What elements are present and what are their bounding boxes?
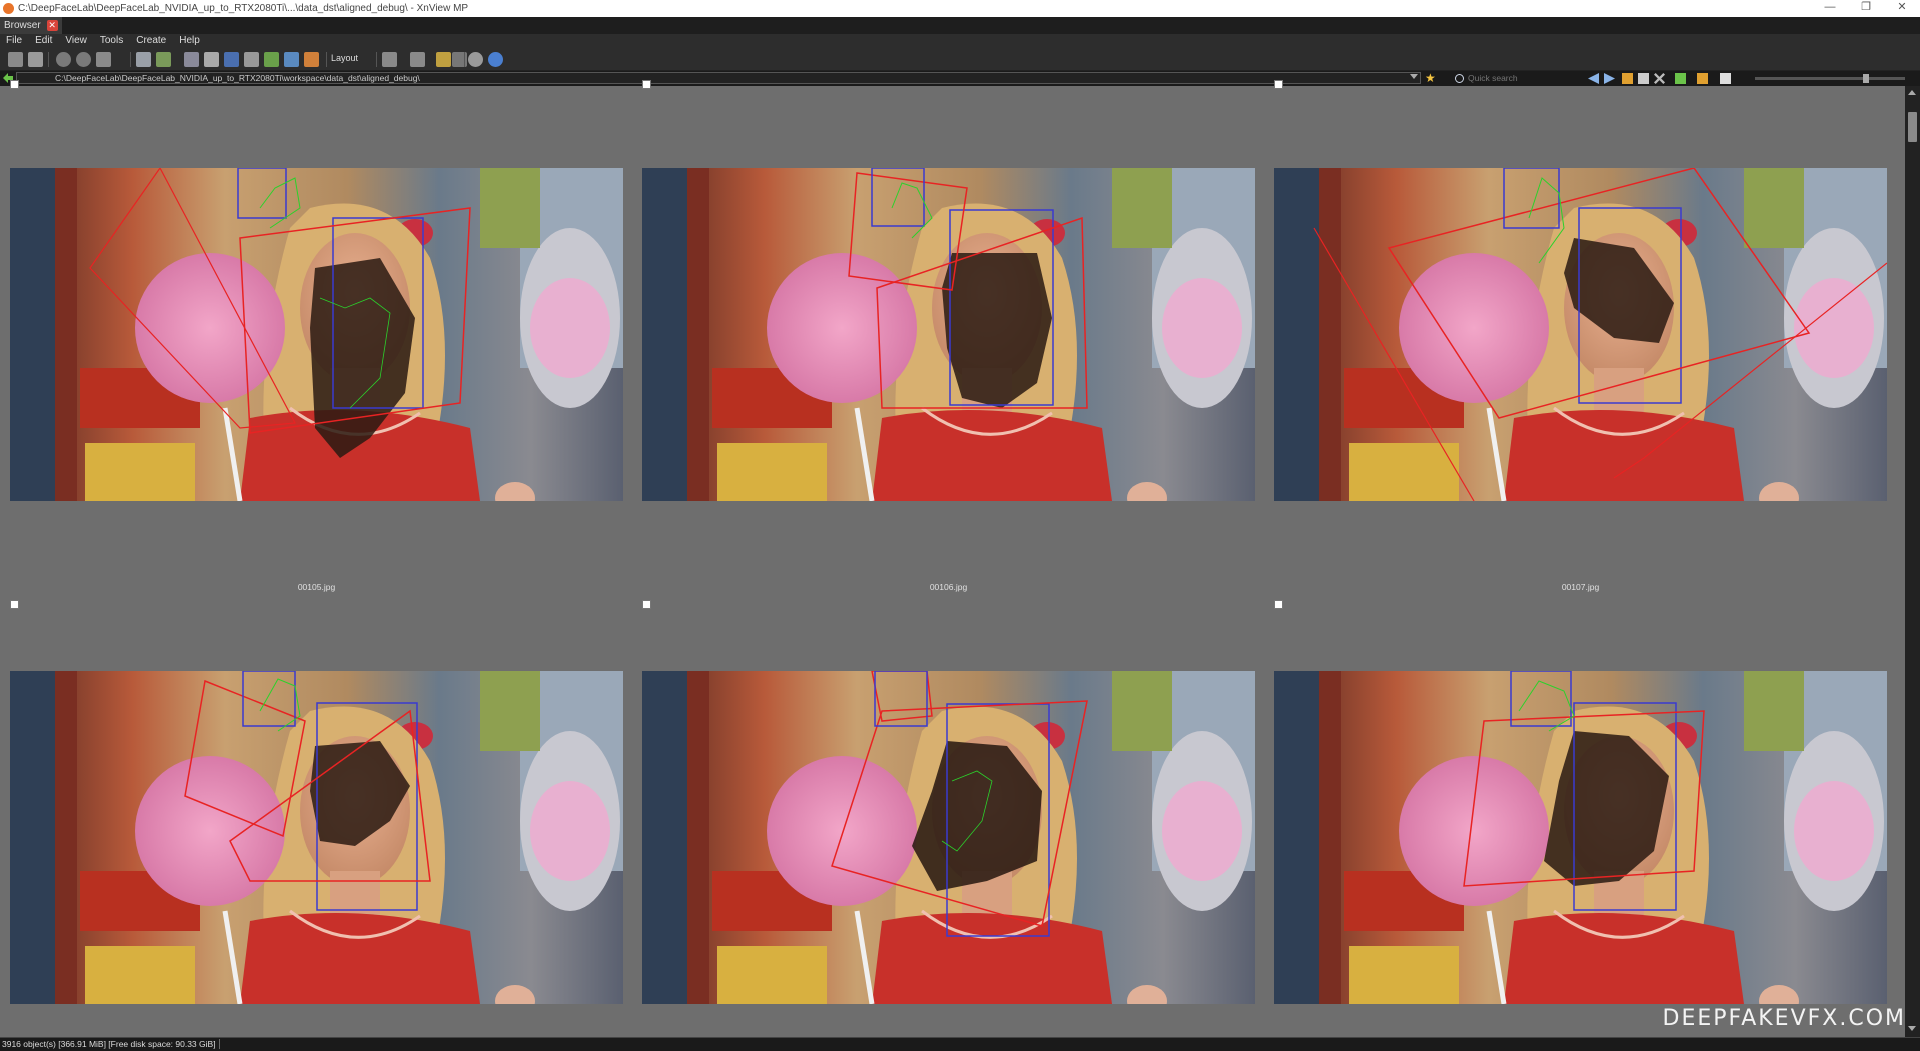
thumbnail-select-checkbox[interactable]	[1274, 80, 1283, 89]
menu-edit[interactable]: Edit	[29, 34, 59, 49]
previous-icon[interactable]	[1588, 73, 1599, 84]
help-icon[interactable]	[488, 52, 503, 67]
address-bar: ★	[0, 71, 1920, 86]
quick-search-input[interactable]	[1468, 72, 1583, 84]
move-to-icon[interactable]	[156, 52, 171, 67]
thumbnail-image-00106[interactable]	[642, 168, 1255, 501]
toolbar-separator	[376, 52, 377, 67]
window-title: C:\DeepFaceLab\DeepFaceLab_NVIDIA_up_to_…	[18, 3, 469, 14]
print-icon[interactable]	[204, 52, 219, 67]
scroll-down-arrow-icon[interactable]	[1908, 1026, 1916, 1031]
menu-bar: File Edit View Tools Create Help	[0, 34, 1920, 49]
view-mode-icon[interactable]	[382, 52, 397, 67]
tab-browser[interactable]: Browser ✕	[0, 17, 62, 34]
tab-bar: Browser ✕	[0, 17, 1920, 34]
slideshow-icon[interactable]	[96, 52, 111, 67]
scroll-up-arrow-icon[interactable]	[1908, 90, 1916, 95]
thumbnail-select-checkbox[interactable]	[642, 600, 651, 609]
zoom-slider[interactable]	[1755, 77, 1905, 80]
restore-button[interactable]: ❐	[1848, 0, 1884, 17]
delete-icon[interactable]	[1654, 73, 1665, 84]
toolbar-separator	[326, 52, 327, 67]
vertical-scrollbar[interactable]	[1905, 86, 1920, 1037]
thumbnail-select-checkbox[interactable]	[10, 600, 19, 609]
thumbnail-filename: 00105.jpg	[297, 582, 336, 592]
thumbnail-size-icon[interactable]	[1720, 73, 1731, 84]
menu-view[interactable]: View	[59, 34, 94, 49]
menu-create[interactable]: Create	[130, 34, 173, 49]
status-bar: 3916 object(s) [366.91 MiB] [Free disk s…	[0, 1037, 1920, 1051]
settings-gear-icon[interactable]	[468, 52, 483, 67]
thumbnail-select-checkbox[interactable]	[642, 80, 651, 89]
search-icon	[1455, 74, 1464, 83]
title-bar: C:\DeepFaceLab\DeepFaceLab_NVIDIA_up_to_…	[0, 0, 1920, 17]
watermark: DEEPFAKEVFX.COM	[1662, 1006, 1906, 1031]
tab-browser-label: Browser	[4, 20, 41, 31]
batch-convert-icon[interactable]	[244, 52, 259, 67]
web-page-icon[interactable]	[304, 52, 319, 67]
toolbar-separator	[464, 52, 465, 67]
favorites-star-icon[interactable]: ★	[1425, 71, 1436, 85]
find-icon[interactable]	[184, 52, 199, 67]
status-text: 3916 object(s) [366.91 MiB] [Free disk s…	[2, 1039, 220, 1049]
zoom-slider-handle[interactable]	[1863, 74, 1869, 83]
scanner-icon[interactable]	[224, 52, 239, 67]
path-dropdown-arrow-icon[interactable]	[1410, 74, 1418, 79]
new-folder-icon[interactable]	[1638, 73, 1649, 84]
label-filter-icon[interactable]	[1697, 73, 1708, 84]
contact-sheet-icon[interactable]	[284, 52, 299, 67]
rotate-right-icon[interactable]	[76, 52, 91, 67]
copy-to-icon[interactable]	[136, 52, 151, 67]
minimize-button[interactable]: —	[1812, 0, 1848, 17]
menu-help[interactable]: Help	[173, 34, 207, 49]
thumbnail-image[interactable]	[1274, 671, 1887, 1004]
compare-icon[interactable]	[28, 52, 43, 67]
tab-close-icon[interactable]: ✕	[46, 20, 58, 31]
thumbnail-filename: 00106.jpg	[929, 582, 968, 592]
layout-dropdown[interactable]: Layout	[331, 53, 358, 63]
fullscreen-icon[interactable]	[8, 52, 23, 67]
thumbnail-image[interactable]	[10, 671, 623, 1004]
thumbnail-grid: 00105.jpg 00106.jpg 00107.jpg	[0, 80, 1905, 1037]
batch-rename-icon[interactable]	[264, 52, 279, 67]
toolbar-separator	[130, 52, 131, 67]
xnview-app-icon	[3, 3, 14, 14]
toolbar: Layout	[0, 49, 1920, 71]
thumbnail-image-00105[interactable]	[10, 168, 623, 501]
sort-icon[interactable]	[410, 52, 425, 67]
thumbnail-image[interactable]	[642, 671, 1255, 1004]
toolbar-separator	[48, 52, 49, 67]
path-input[interactable]	[16, 72, 1421, 84]
filter-icon[interactable]	[436, 52, 451, 67]
rotate-left-icon[interactable]	[56, 52, 71, 67]
thumbnail-select-checkbox[interactable]	[10, 80, 19, 89]
close-window-button[interactable]: ✕	[1884, 0, 1920, 17]
parent-folder-icon[interactable]	[1622, 73, 1633, 84]
next-icon[interactable]	[1604, 73, 1615, 84]
tag-icon[interactable]	[1675, 73, 1686, 84]
menu-file[interactable]: File	[0, 34, 29, 49]
thumbnail-select-checkbox[interactable]	[1274, 600, 1283, 609]
menu-tools[interactable]: Tools	[94, 34, 130, 49]
scrollbar-thumb[interactable]	[1908, 112, 1917, 142]
thumbnail-filename: 00107.jpg	[1561, 582, 1600, 592]
thumbnail-image-00107[interactable]	[1274, 168, 1887, 501]
